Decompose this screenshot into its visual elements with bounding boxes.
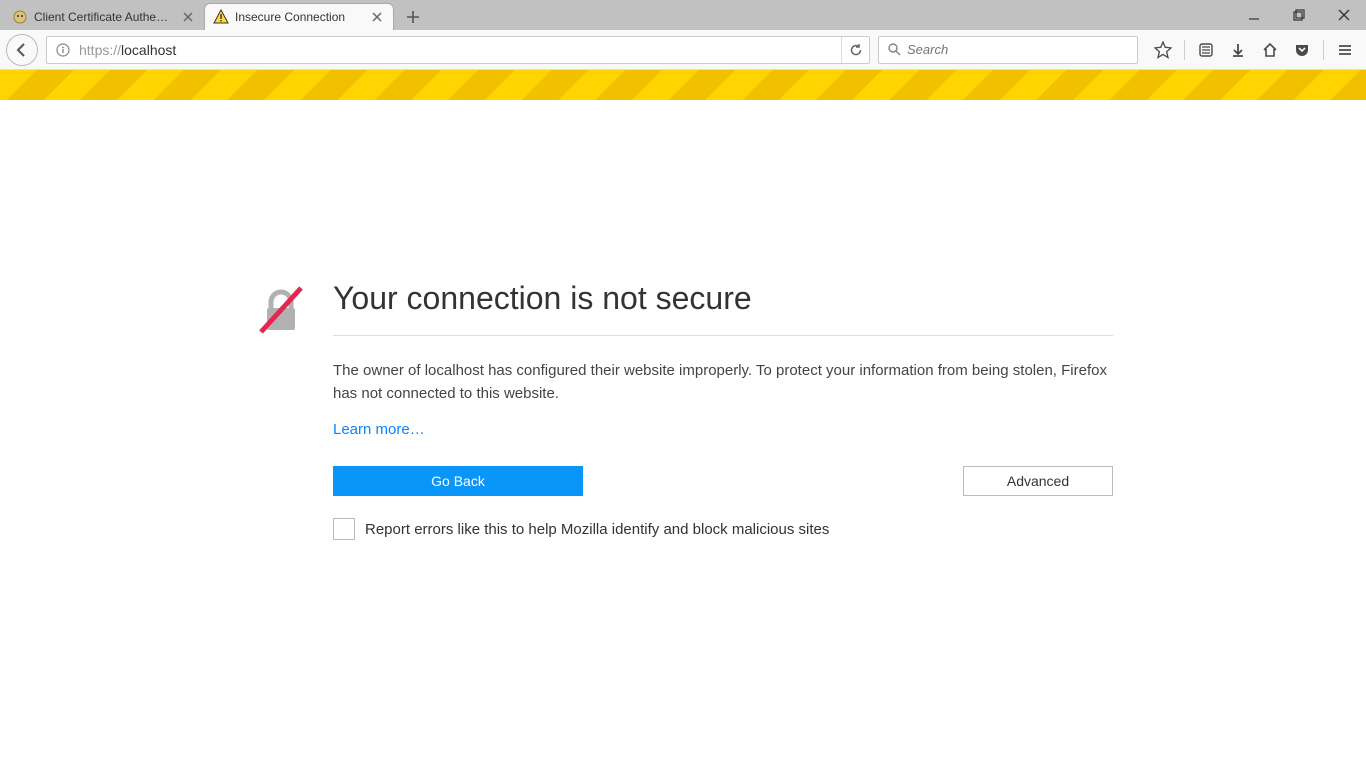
insecure-lock-icon — [253, 325, 309, 342]
tab-insecure-connection[interactable]: Insecure Connection — [204, 3, 394, 30]
tab-title: Client Certificate Authenti... — [34, 10, 174, 24]
menu-button[interactable] — [1330, 35, 1360, 65]
url-host: localhost — [121, 42, 176, 58]
window-minimize-button[interactable] — [1231, 0, 1276, 30]
home-button[interactable] — [1255, 35, 1285, 65]
tab-close-button[interactable] — [369, 9, 385, 25]
tab-strip: Client Certificate Authenti... Insecure … — [4, 0, 426, 30]
tab-title: Insecure Connection — [235, 10, 363, 24]
url-bar[interactable]: https://localhost — [46, 36, 870, 64]
warning-favicon — [213, 9, 229, 25]
warning-stripe — [0, 70, 1366, 100]
search-icon — [885, 43, 903, 56]
window-maximize-button[interactable] — [1276, 0, 1321, 30]
window-close-button[interactable] — [1321, 0, 1366, 30]
downloads-button[interactable] — [1223, 35, 1253, 65]
report-errors-checkbox[interactable] — [333, 518, 355, 540]
error-heading: Your connection is not secure — [333, 280, 1113, 336]
pocket-button[interactable] — [1287, 35, 1317, 65]
url-protocol: https:// — [79, 42, 121, 58]
error-description: The owner of localhost has configured th… — [333, 360, 1113, 405]
nav-toolbar: https://localhost — [0, 30, 1366, 70]
learn-more-link[interactable]: Learn more… — [333, 421, 425, 438]
toolbar-separator — [1184, 40, 1185, 60]
reload-button[interactable] — [841, 37, 863, 63]
new-tab-button[interactable] — [400, 4, 426, 30]
tab-close-button[interactable] — [180, 9, 196, 25]
go-back-button[interactable]: Go Back — [333, 466, 583, 496]
bookmark-star-button[interactable] — [1148, 35, 1178, 65]
report-errors-label: Report errors like this to help Mozilla … — [365, 521, 829, 538]
tomcat-favicon — [12, 9, 28, 25]
advanced-button[interactable]: Advanced — [963, 466, 1113, 496]
url-text: https://localhost — [79, 42, 841, 58]
search-bar[interactable] — [878, 36, 1138, 64]
library-button[interactable] — [1191, 35, 1221, 65]
back-button[interactable] — [6, 34, 38, 66]
tab-client-certificate[interactable]: Client Certificate Authenti... — [4, 3, 204, 30]
search-input[interactable] — [907, 42, 1131, 57]
identity-info-icon[interactable] — [53, 43, 73, 57]
error-page-content: Your connection is not secure The owner … — [0, 100, 1366, 540]
toolbar-separator — [1323, 40, 1324, 60]
